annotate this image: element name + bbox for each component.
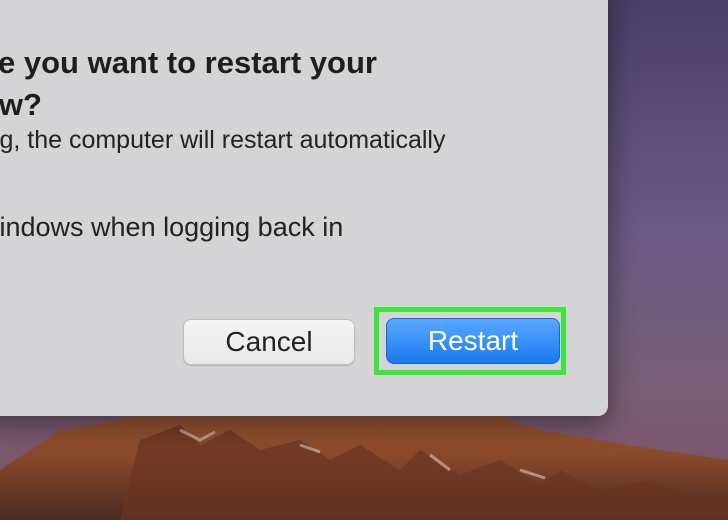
dialog-title-line-1: e you want to restart your: [0, 45, 377, 80]
restart-button[interactable]: Restart: [386, 318, 560, 364]
reopen-windows-label: windows when logging back in: [0, 212, 344, 242]
dialog-message-line-1: ing, the computer will restart automatic…: [0, 126, 446, 154]
dialog-title-line-2: ow?: [0, 87, 42, 122]
cancel-button[interactable]: Cancel: [183, 319, 355, 365]
reopen-windows-checkbox[interactable]: windows when logging back in: [0, 212, 343, 243]
restart-dialog: e you want to restart your ow? ing, the …: [0, 0, 608, 416]
